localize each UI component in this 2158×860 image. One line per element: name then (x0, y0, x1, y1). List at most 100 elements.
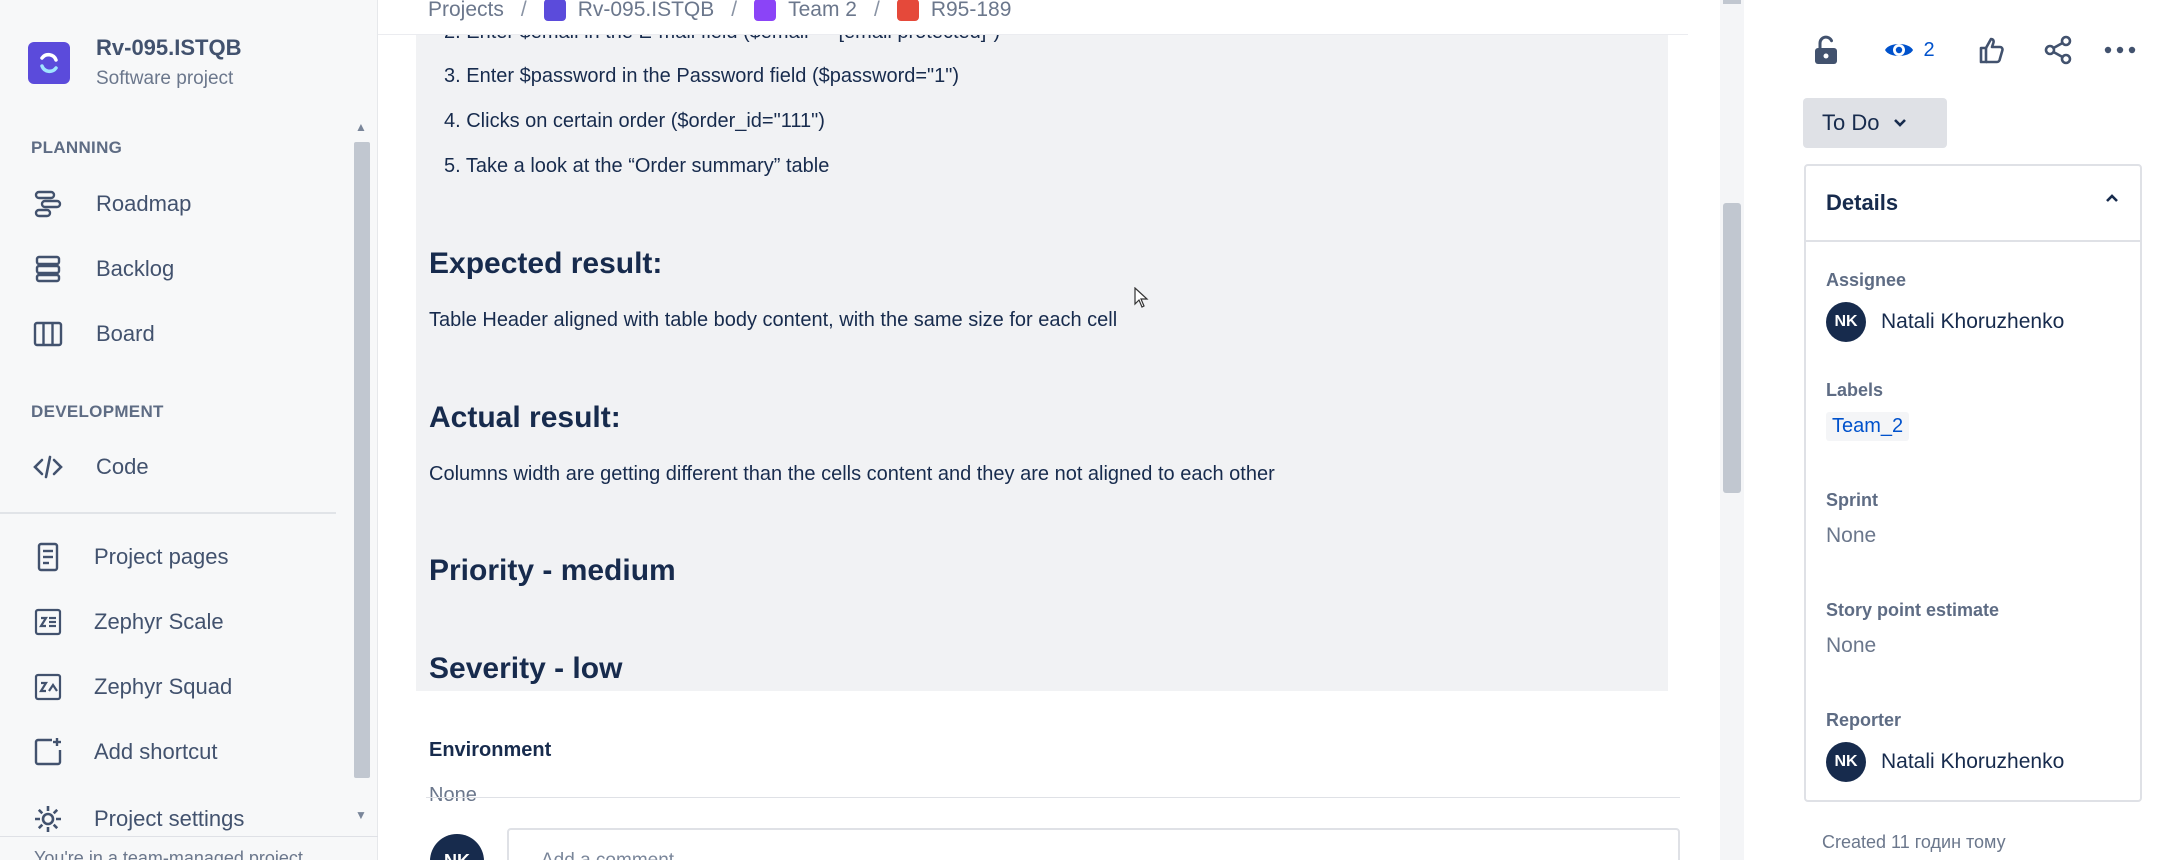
sidebar-item-project-pages[interactable]: Project pages (30, 537, 340, 577)
story-point-value[interactable]: None (1826, 634, 1876, 658)
chevron-up-icon[interactable] (2104, 192, 2120, 204)
sidebar-item-label: Project pages (94, 544, 229, 569)
environment-value[interactable]: None (429, 784, 477, 807)
issue-details-panel: 2 To Do Details Assignee NK Natali Khoru… (1744, 0, 2158, 860)
priority-heading: Priority - medium (429, 554, 676, 587)
actual-result-text: Columns width are getting different than… (429, 463, 1275, 485)
status-label: To Do (1822, 110, 1880, 135)
labels-field[interactable]: Team_2 (1826, 412, 1910, 441)
label-chip[interactable]: Team_2 (1826, 412, 1910, 441)
expected-result-heading: Expected result: (429, 247, 663, 280)
sidebar-item-add-shortcut[interactable]: Add shortcut (30, 732, 340, 772)
add-shortcut-icon (30, 734, 66, 770)
step-3: 3. Enter $password in the Password field… (444, 65, 960, 87)
sidebar-item-project-settings[interactable]: Project settings (30, 799, 340, 839)
sidebar-item-code[interactable]: Code (30, 447, 340, 487)
roadmap-icon (30, 186, 66, 222)
created-timestamp: Created 11 годин тому (1822, 832, 2006, 852)
breadcrumb-projects[interactable]: Projects (428, 0, 504, 22)
sidebar-scrollbar[interactable]: ▲ ▼ (352, 120, 370, 830)
status-dropdown[interactable]: To Do (1803, 98, 1947, 148)
avatar: NK (1826, 302, 1866, 342)
page-icon (30, 539, 66, 575)
project-name: Rv-095.ISTQB (96, 35, 242, 60)
more-horizontal-icon (2104, 46, 2136, 54)
board-icon (30, 316, 66, 352)
main-scrollbar[interactable] (1720, 0, 1744, 860)
sprint-value[interactable]: None (1826, 524, 1876, 548)
project-type: Software project (96, 68, 234, 89)
actual-result-heading: Actual result: (429, 401, 621, 434)
details-card: Details Assignee NK Natali Khoruzhenko L… (1804, 164, 2142, 802)
project-logo-icon (28, 42, 70, 84)
expected-result-text: Table Header aligned with table body con… (429, 309, 1118, 331)
sidebar-item-label: Roadmap (96, 191, 192, 216)
section-title-development: DEVELOPMENT (31, 402, 164, 421)
breadcrumb-separator: / (520, 0, 527, 21)
share-icon (2044, 35, 2072, 65)
breadcrumb-team[interactable]: Team 2 (788, 0, 857, 22)
scroll-top-indicator (1723, 0, 1741, 4)
avatar: NK (430, 834, 484, 860)
breadcrumb-project[interactable]: Rv-095.ISTQB (578, 0, 715, 22)
environment-divider (426, 797, 1680, 798)
assignee-label: Assignee (1826, 270, 1907, 290)
assignee-field[interactable]: NK Natali Khoruzhenko (1826, 302, 2064, 342)
sidebar-item-roadmap[interactable]: Roadmap (30, 184, 340, 224)
vote-button[interactable] (1974, 30, 2010, 70)
bug-icon (896, 0, 919, 21)
team-managed-note: You're in a team-managed project (34, 848, 303, 860)
breadcrumb-separator: / (873, 0, 880, 21)
environment-label: Environment (429, 739, 552, 761)
breadcrumb-issue-key[interactable]: R95-189 (931, 0, 1012, 22)
unlock-icon (1815, 35, 1837, 64)
comment-input[interactable]: Add a comment... (507, 828, 1680, 860)
issue-actions-toolbar: 2 (1804, 30, 2144, 70)
more-actions-button[interactable] (2100, 30, 2140, 70)
step-5: 5. Take a look at the “Order summary” ta… (444, 155, 830, 177)
zephyr-squad-icon (30, 669, 66, 705)
sidebar-item-label: Code (96, 454, 149, 479)
details-title: Details (1826, 190, 1899, 215)
lock-button[interactable] (1808, 30, 1844, 70)
chevron-down-icon (1894, 119, 1907, 127)
mouse-cursor-icon (1134, 287, 1149, 308)
eye-icon (1885, 44, 1914, 56)
share-button[interactable] (2040, 30, 2076, 70)
thumbs-up-icon (1979, 37, 2004, 64)
sidebar-item-board[interactable]: Board (30, 314, 340, 354)
story-point-label: Story point estimate (1826, 600, 2000, 620)
scroll-down-arrow-icon[interactable]: ▼ (355, 808, 367, 822)
breadcrumb-separator: / (731, 0, 738, 21)
severity-heading: Severity - low (429, 652, 623, 685)
sidebar-item-zephyr-squad[interactable]: Zephyr Squad (30, 667, 340, 707)
watch-count: 2 (1923, 38, 1935, 61)
project-logo-icon (543, 0, 566, 21)
reporter-label: Reporter (1826, 710, 1902, 730)
avatar: NK (1826, 742, 1866, 782)
main-scroll-thumb[interactable] (1723, 203, 1741, 493)
step-2-partial: 2. Enter $email in the E-mail field ($em… (444, 35, 1000, 44)
reporter-field[interactable]: NK Natali Khoruzhenko (1826, 742, 2064, 782)
breadcrumb: Projects / Rv-095.ISTQB / Team 2 / R95-1… (428, 0, 1011, 26)
epic-lightning-icon (754, 0, 777, 21)
description-panel[interactable]: 2. Enter $email in the E-mail field ($em… (416, 35, 1668, 691)
scroll-up-arrow-icon[interactable]: ▲ (355, 120, 367, 134)
sidebar-item-label: Board (96, 321, 155, 346)
labels-label: Labels (1826, 380, 1884, 400)
sprint-label: Sprint (1826, 490, 1878, 510)
section-title-planning: PLANNING (31, 138, 123, 157)
sidebar-item-label: Zephyr Squad (94, 674, 233, 699)
sidebar-scroll-thumb[interactable] (354, 142, 370, 778)
reporter-name: Natali Khoruzhenko (1881, 750, 2065, 773)
project-header[interactable]: Rv-095.ISTQB Software project (28, 34, 242, 90)
sidebar-item-zephyr-scale[interactable]: Zephyr Scale (30, 602, 340, 642)
details-header[interactable]: Details (1806, 166, 2140, 242)
sidebar-item-label: Add shortcut (94, 739, 218, 764)
watch-button[interactable]: 2 (1874, 30, 1944, 70)
sidebar-item-backlog[interactable]: Backlog (30, 249, 340, 289)
sidebar-item-label: Backlog (96, 256, 175, 281)
sidebar-item-label: Zephyr Scale (94, 609, 224, 634)
step-4: 4. Clicks on certain order ($order_id="1… (444, 110, 825, 132)
zephyr-scale-icon (30, 604, 66, 640)
